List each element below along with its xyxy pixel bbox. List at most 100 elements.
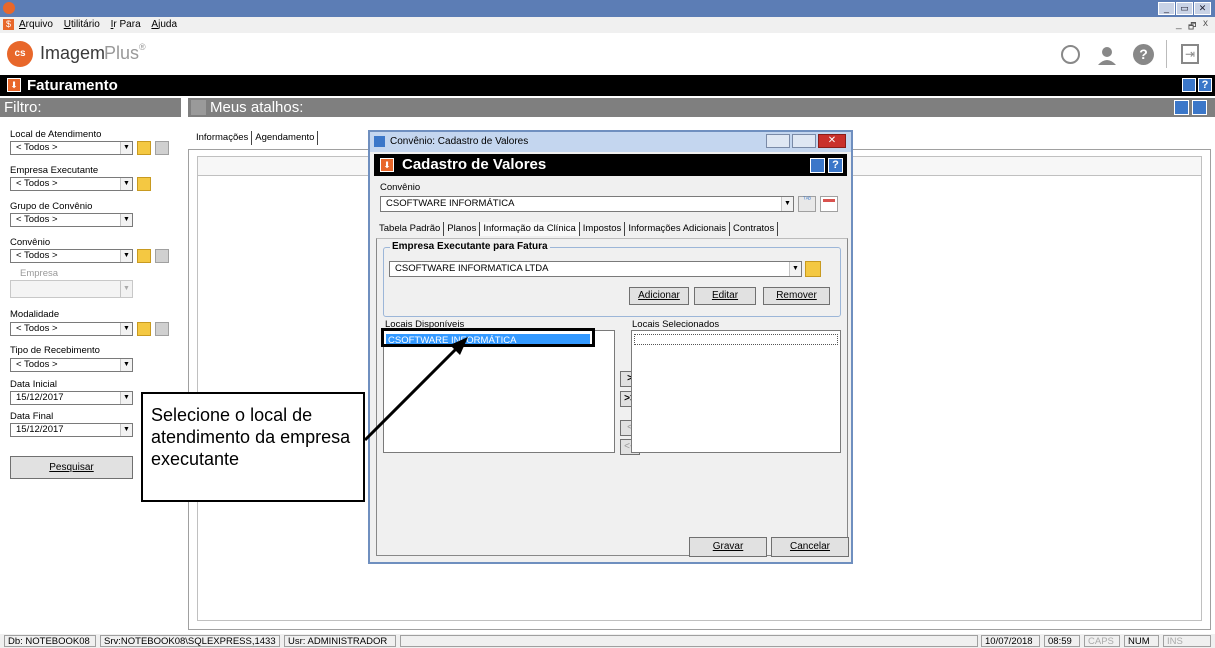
tab-planos[interactable]: Planos xyxy=(444,222,481,236)
locais-selecionados-list[interactable] xyxy=(631,330,841,453)
menu-ir-para[interactable]: Ir Para xyxy=(111,17,141,33)
inner-minimize-button[interactable]: _ xyxy=(1176,19,1182,30)
minimize-button[interactable]: _ xyxy=(1158,2,1175,15)
shortcuts-title: Meus atalhos: xyxy=(210,99,304,116)
list-icon[interactable] xyxy=(155,141,169,155)
local-select[interactable]: < Todos > ▼ xyxy=(10,141,133,155)
grupo-select[interactable]: < Todos > ▼ xyxy=(10,213,133,227)
remove-button[interactable]: Remover xyxy=(763,287,830,305)
brand-name: Imagem xyxy=(40,43,106,63)
modalidade-select[interactable]: < Todos > ▼ xyxy=(10,322,133,336)
dialog-maximize-button[interactable] xyxy=(792,134,816,148)
dialog-header-icon: ⬇ xyxy=(380,158,394,172)
inner-close-button[interactable]: x xyxy=(1203,18,1208,29)
lightning-icon[interactable] xyxy=(137,322,151,336)
convenio-search-icon[interactable]: ᵀᴬᴮ xyxy=(798,196,816,212)
module-title: Faturamento xyxy=(27,77,118,94)
menu-app-icon: $ xyxy=(3,19,14,30)
app-icon xyxy=(3,2,15,14)
chevron-down-icon: ▼ xyxy=(120,323,132,335)
tab-informacoes-adicionais[interactable]: Informações Adicionais xyxy=(625,222,731,236)
calendar-dropdown-icon: ▼ xyxy=(120,424,132,436)
support-agent-icon[interactable] xyxy=(1096,44,1118,66)
list-icon[interactable] xyxy=(155,322,169,336)
dialog-minimize-button[interactable] xyxy=(766,134,790,148)
status-num: NUM xyxy=(1124,635,1159,647)
dialog-close-button[interactable]: ✕ xyxy=(818,134,846,148)
status-message xyxy=(400,635,978,647)
empresa-fatura-select[interactable]: CSOFTWARE INFORMATICA LTDA ▼ xyxy=(389,261,802,277)
toolbar-divider xyxy=(1166,40,1167,68)
chevron-down-icon: ▼ xyxy=(120,142,132,154)
minimize-panel-icon[interactable] xyxy=(1192,100,1207,115)
logout-icon[interactable]: ⇥ xyxy=(1181,44,1199,64)
lightning-icon[interactable] xyxy=(137,177,151,191)
list-icon[interactable] xyxy=(155,249,169,263)
chevron-down-icon: ▼ xyxy=(120,359,132,371)
dialog-tabs: Tabela Padrão Planos Informação da Clínica… xyxy=(376,222,846,238)
refresh-icon[interactable] xyxy=(1182,78,1196,92)
search-button[interactable]: Pesquisar xyxy=(10,456,133,479)
menu-arquivo[interactable]: Arquivo xyxy=(19,17,53,33)
chevron-down-icon: ▼ xyxy=(781,197,793,211)
restore-panel-icon[interactable] xyxy=(1174,100,1189,115)
annotation-text: Selecione o local de atendimento da empr… xyxy=(151,405,351,469)
help-icon[interactable]: ? xyxy=(1133,44,1154,65)
tab-informacoes[interactable]: Informações xyxy=(193,131,253,145)
empresa-sub-label: Empresa xyxy=(20,268,59,279)
chevron-down-icon: ▼ xyxy=(120,281,132,297)
status-user: Usr: ADMINISTRADOR xyxy=(284,635,396,647)
dialog-title-bar: Convênio: Cadastro de Valores ✕ xyxy=(370,132,851,152)
tab-agendamento[interactable]: Agendamento xyxy=(252,131,319,145)
save-button[interactable]: Gravar xyxy=(689,537,767,557)
convenio-select[interactable]: < Todos > ▼ xyxy=(10,249,133,263)
calendar-icon[interactable] xyxy=(820,196,838,212)
menu-bar: $ Arquivo Utilitário Ir Para Ajuda _ 🗗 x xyxy=(0,17,1215,33)
cancel-button[interactable]: Cancelar xyxy=(771,537,849,557)
data-inicial-field[interactable]: 15/12/2017 ▼ xyxy=(10,391,133,405)
maximize-button[interactable]: ▭ xyxy=(1176,2,1193,15)
brand-logo-icon: cs xyxy=(7,41,33,67)
filter-panel: Local de Atendimento < Todos > ▼ Empresa … xyxy=(0,117,185,634)
status-time: 08:59 xyxy=(1044,635,1080,647)
lightning-icon[interactable] xyxy=(137,141,151,155)
module-help-icon[interactable]: ? xyxy=(1198,78,1212,92)
status-ins: INS xyxy=(1163,635,1211,647)
dialog-help-icon[interactable]: ? xyxy=(828,158,843,173)
menu-utilitario[interactable]: Utilitário xyxy=(64,17,100,33)
title-bar: _ ▭ ✕ xyxy=(0,0,1215,17)
lightning-icon[interactable] xyxy=(137,249,151,263)
tab-informacao-clinica[interactable]: Informação da Clínica xyxy=(480,222,580,236)
dialog-convenio-select[interactable]: CSOFTWARE INFORMÁTICA ▼ xyxy=(380,196,794,212)
add-button[interactable]: Adicionar xyxy=(629,287,689,305)
brand-name-accent: Plus xyxy=(104,43,140,63)
data-final-label: Data Final xyxy=(10,411,54,422)
calendar-dropdown-icon: ▼ xyxy=(120,392,132,404)
chevron-down-icon: ▼ xyxy=(120,214,132,226)
dialog-refresh-icon[interactable] xyxy=(810,158,825,173)
tab-impostos[interactable]: Impostos xyxy=(580,222,626,236)
focus-row xyxy=(634,334,838,345)
data-final-field[interactable]: 15/12/2017 ▼ xyxy=(10,423,133,437)
menu-ajuda[interactable]: Ajuda xyxy=(151,17,177,33)
local-label: Local de Atendimento xyxy=(10,129,102,140)
dialog-app-icon xyxy=(374,136,385,147)
globe-icon[interactable] xyxy=(1061,45,1080,64)
tab-contratos[interactable]: Contratos xyxy=(730,222,779,236)
status-server: Srv:NOTEBOOK08\SQLEXPRESS,1433 xyxy=(100,635,280,647)
edit-button[interactable]: Editar xyxy=(694,287,756,305)
tab-tabela-padrao[interactable]: Tabela Padrão xyxy=(376,222,445,236)
module-icon: ⬇ xyxy=(7,78,21,92)
empresa-group-title: Empresa Executante para Fatura xyxy=(390,241,550,252)
lightning-icon[interactable] xyxy=(805,261,821,277)
modalidade-label: Modalidade xyxy=(10,309,60,320)
tipo-select[interactable]: < Todos > ▼ xyxy=(10,358,133,372)
empresa-select[interactable]: < Todos > ▼ xyxy=(10,177,133,191)
annotation-box: Selecione o local de atendimento da empr… xyxy=(141,392,365,502)
status-caps: CAPS xyxy=(1084,635,1120,647)
dialog-header-title: Cadastro de Valores xyxy=(402,156,547,173)
empresa-group: Empresa Executante para Fatura CSOFTWARE… xyxy=(383,241,841,317)
logo-bar: cs Imagem Plus ® ? ⇥ xyxy=(0,33,1215,75)
chevron-down-icon: ▼ xyxy=(120,178,132,190)
close-button[interactable]: ✕ xyxy=(1194,2,1211,15)
